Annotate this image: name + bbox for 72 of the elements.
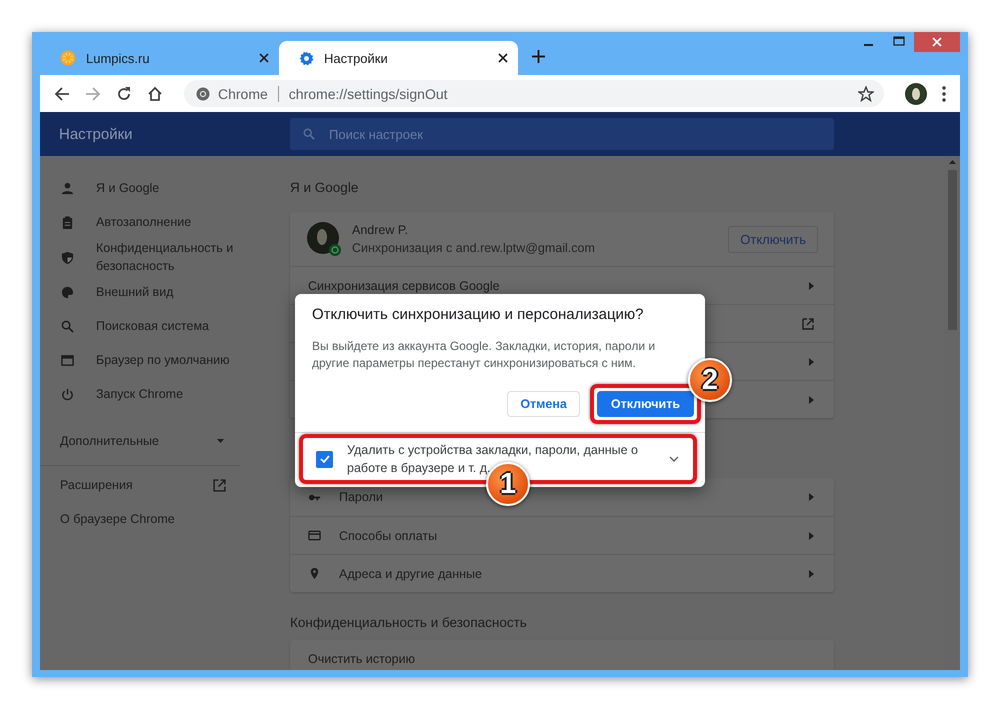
sidebar-label: Запуск Chrome [96,386,184,403]
sidebar-label: Поисковая система [96,318,210,335]
row-label: Способы оплаты [339,528,438,542]
chrome-logo-icon [196,86,210,100]
sidebar-item[interactable]: Автозаполнение [40,205,290,239]
row-label: Адреса и другие данные [339,566,482,580]
sidebar-label: Внешний вид [96,284,174,301]
scroll-up-icon[interactable] [948,160,956,164]
tab-title: Lumpics.ru [86,50,151,66]
cancel-button[interactable]: Отмена [507,391,580,417]
browser-tab[interactable]: Lumpics.ru [40,41,279,75]
search-field[interactable]: Поиск настроек [290,118,834,150]
sidebar-item[interactable]: Браузер по умолчанию [40,343,290,377]
person-icon [61,182,74,194]
url-text: chrome://settings/signOut [288,86,448,102]
back-icon[interactable] [54,86,70,102]
section-heading: Я и Google [290,179,360,197]
page-title: Настройки [58,126,134,142]
card-icon [308,529,321,542]
row-label: Пароли [339,490,383,504]
avatar-icon [306,221,342,257]
close-window-icon[interactable] [914,32,960,52]
home-icon[interactable] [147,86,163,102]
power-icon [61,388,74,400]
turn-off-button[interactable]: Отключить [728,226,818,252]
section-heading: Конфиденциальность и безопасность [290,614,528,632]
dialog-title: Отключить синхронизацию и персонализацию? [311,305,645,325]
site-label: Chrome [218,86,268,102]
sidebar-item[interactable]: Поисковая система [40,309,290,343]
reload-icon[interactable] [116,86,132,102]
pin-icon [308,567,321,580]
sidebar-item[interactable]: Запуск Chrome [40,377,290,411]
citrus-slice-icon [60,50,76,66]
tab-title: Настройки [324,50,389,66]
browser-tab[interactable]: Настройки [279,41,518,75]
settings-icon [299,50,314,66]
sync-status: Синхронизация с and.rew.lptw@gmail.com [352,241,596,255]
sidebar-label: О браузере Chrome [60,512,175,526]
search-icon [61,320,74,332]
palette-icon [61,286,74,298]
sidebar-item[interactable]: Я и Google [40,171,290,205]
sidebar-item[interactable]: Конфиденциальность и безопасность [40,239,290,275]
row-label: Синхронизация сервисов Google [308,278,500,292]
sidebar-label: Браузер по умолчанию [96,352,231,369]
sidebar-item[interactable]: Внешний вид [40,275,290,309]
turn-off-button[interactable]: Отключить [596,391,694,417]
row-label: Очистить историю [308,652,415,666]
close-icon[interactable] [498,53,508,63]
advanced-toggle[interactable]: Дополнительные [40,417,224,465]
checkbox[interactable] [316,450,333,468]
sidebar-label: Автозаполнение [96,214,192,231]
shield-icon [61,250,74,264]
advanced-label: Дополнительные [60,434,159,448]
clipboard-icon [61,216,74,228]
search-input[interactable]: Поиск настроек [327,126,834,142]
checkmark-icon [320,455,330,463]
menu-icon[interactable] [942,86,946,102]
sidebar-label: Конфиденциальность и безопасность [96,240,234,275]
browser-icon [61,354,74,366]
close-icon[interactable] [259,53,269,63]
search-icon [303,128,315,140]
sidebar-label: Расширения [60,478,133,492]
sidebar-link[interactable]: О браузере Chrome [40,502,226,536]
new-tab-icon[interactable] [532,50,545,63]
sidebar-link[interactable]: Расширения [40,468,226,502]
account-name: Andrew P. [352,223,410,237]
chevron-icon[interactable] [669,456,679,462]
address-bar[interactable]: Chrome chrome://settings/signOut [184,80,884,107]
dialog-message: Вы выйдете из аккаунта Google. Закладки, история, пароли и другие параметры перестанут синхронизироваться с ним. [311,338,656,372]
avatar-icon[interactable] [905,82,927,104]
star-icon[interactable] [858,86,874,102]
sidebar-label: Я и Google [96,180,160,197]
